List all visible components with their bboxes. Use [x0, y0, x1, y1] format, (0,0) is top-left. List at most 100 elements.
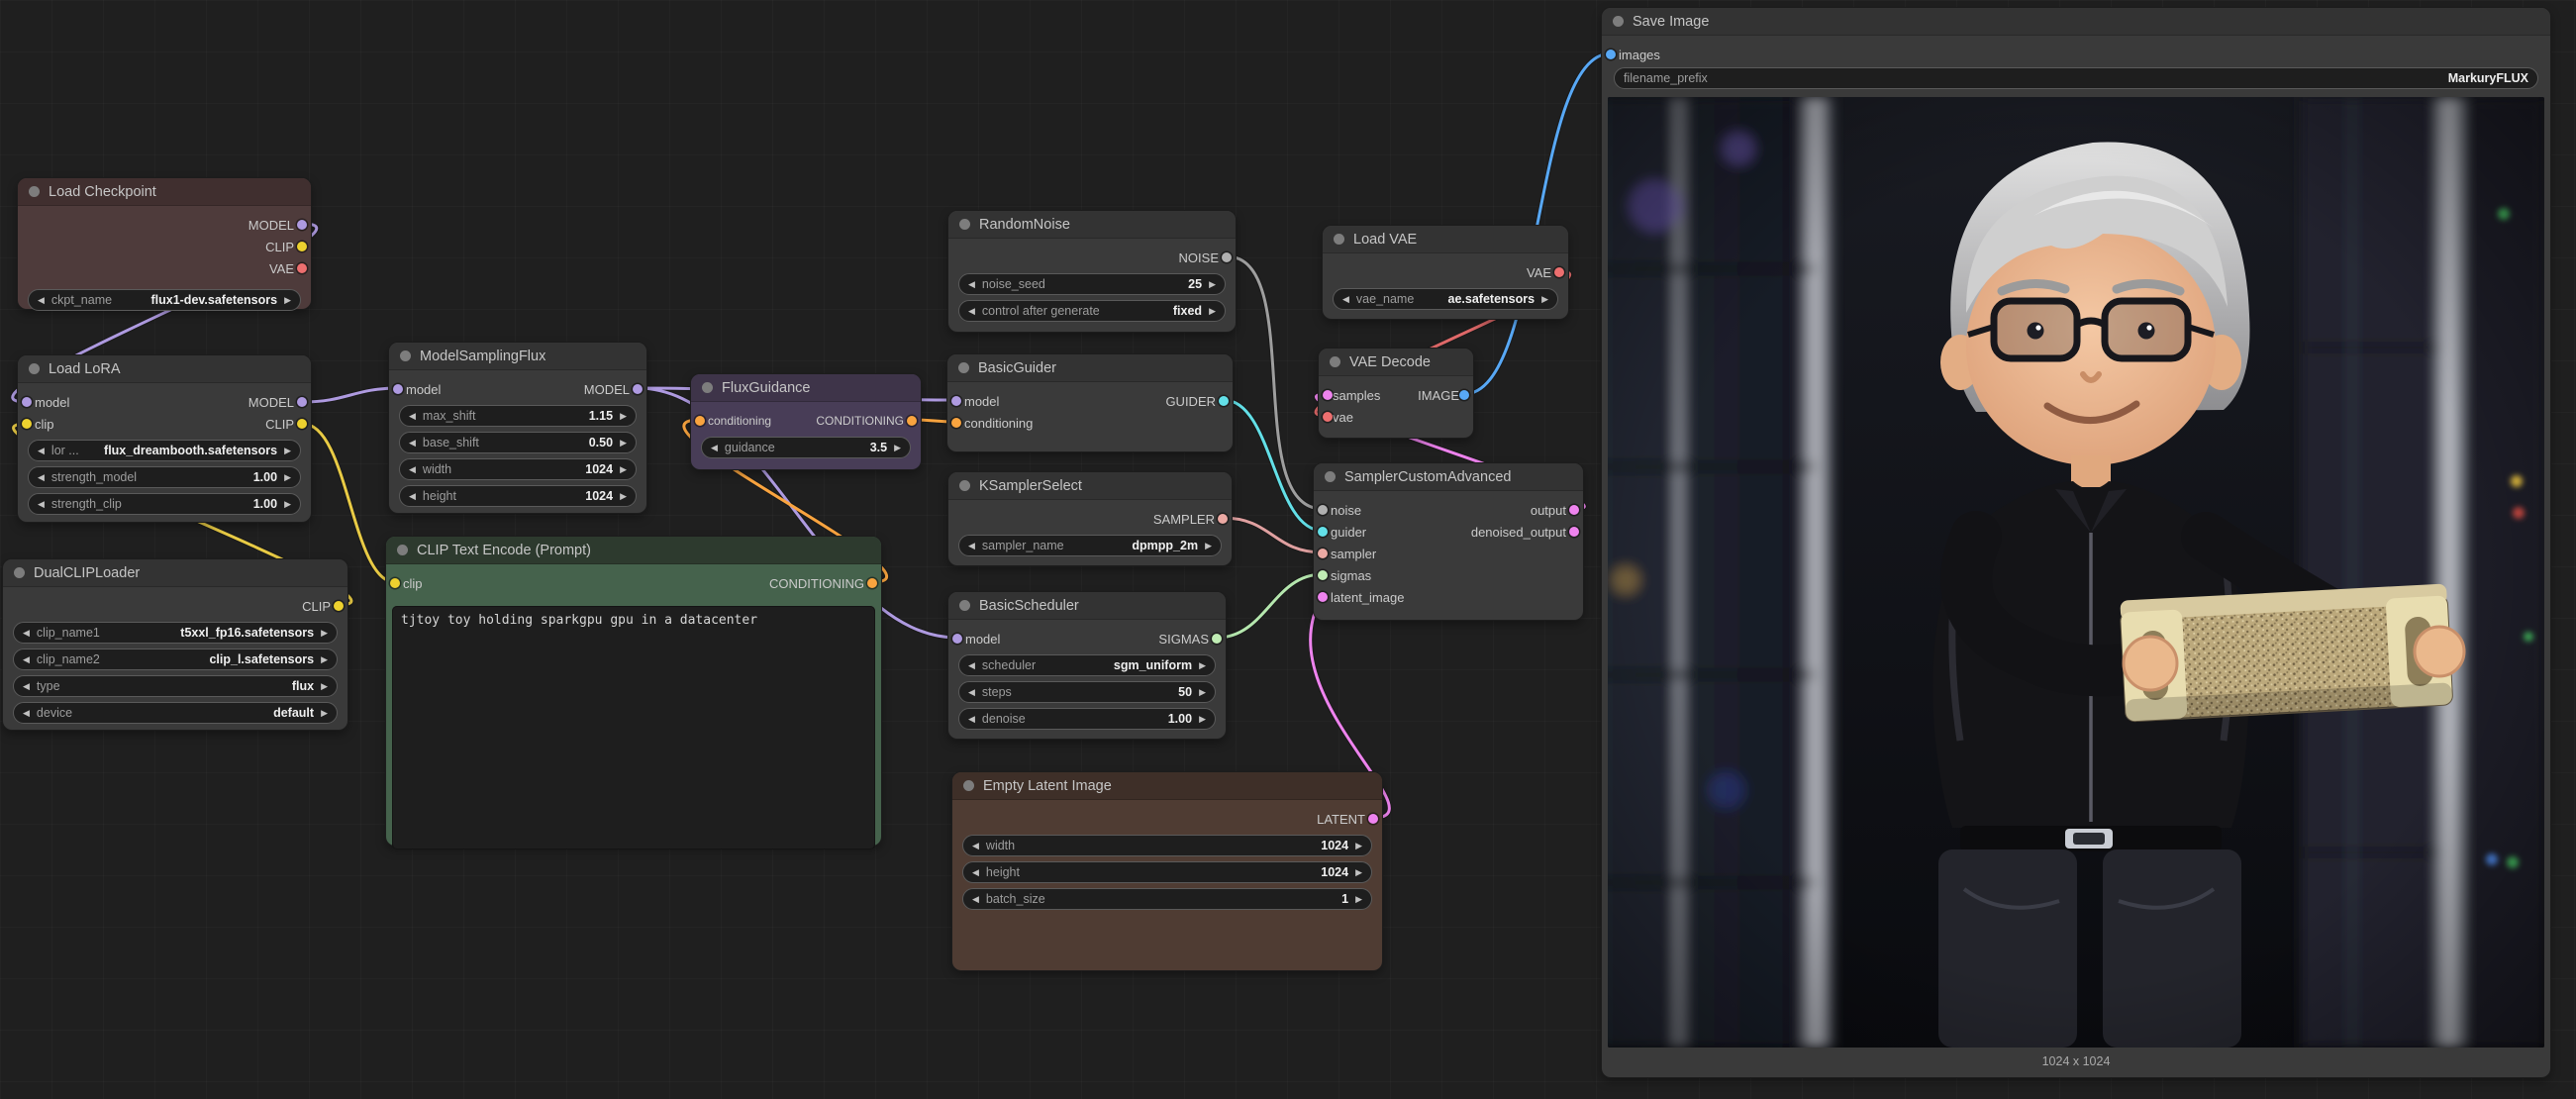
input-dot-samples[interactable] — [1323, 390, 1333, 400]
output-dot-model[interactable] — [297, 220, 307, 230]
output-dot-conditioning[interactable] — [867, 578, 877, 588]
arrow-left-icon[interactable]: ◀ — [968, 307, 975, 316]
collapse-dot-icon[interactable] — [959, 219, 970, 230]
arrow-right-icon[interactable]: ▶ — [1209, 307, 1216, 316]
output-dot-vae[interactable] — [1554, 267, 1564, 277]
arrow-right-icon[interactable]: ▶ — [1541, 295, 1548, 304]
node-flux-guidance[interactable]: FluxGuidance conditioning CONDITIONING ◀… — [691, 374, 921, 469]
output-dot-sigmas[interactable] — [1212, 634, 1222, 644]
node-header[interactable]: CLIP Text Encode (Prompt) — [386, 537, 881, 564]
arrow-right-icon[interactable]: ▶ — [321, 655, 328, 664]
widget-height[interactable]: ◀ height 1024 ▶ — [399, 485, 637, 507]
node-header[interactable]: Load VAE — [1323, 226, 1568, 253]
output-dot-guider[interactable] — [1219, 396, 1229, 406]
node-header[interactable]: DualCLIPLoader — [3, 559, 347, 587]
arrow-right-icon[interactable]: ▶ — [620, 465, 627, 474]
arrow-left-icon[interactable]: ◀ — [23, 709, 30, 718]
arrow-left-icon[interactable]: ◀ — [972, 842, 979, 850]
widget-lora-name[interactable]: ◀ lor ... flux_dreambooth.safetensors ▶ — [28, 440, 301, 461]
collapse-dot-icon[interactable] — [1325, 471, 1336, 482]
output-dot-sampler[interactable] — [1218, 514, 1228, 524]
output-dot-latent[interactable] — [1368, 814, 1378, 824]
widget-denoise[interactable]: ◀ denoise 1.00 ▶ — [958, 708, 1216, 730]
arrow-right-icon[interactable]: ▶ — [321, 682, 328, 691]
output-dot-model[interactable] — [633, 384, 643, 394]
arrow-right-icon[interactable]: ▶ — [620, 412, 627, 421]
node-ksampler-select[interactable]: KSamplerSelect SAMPLER ◀ sampler_name dp… — [948, 472, 1232, 565]
arrow-right-icon[interactable]: ▶ — [894, 444, 901, 452]
widget-control-after-generate[interactable]: ◀ control after generate fixed ▶ — [958, 300, 1226, 322]
arrow-left-icon[interactable]: ◀ — [972, 868, 979, 877]
input-dot-latent-image[interactable] — [1318, 592, 1328, 602]
arrow-left-icon[interactable]: ◀ — [968, 661, 975, 670]
arrow-left-icon[interactable]: ◀ — [1342, 295, 1349, 304]
arrow-right-icon[interactable]: ▶ — [1199, 688, 1206, 697]
arrow-right-icon[interactable]: ▶ — [284, 473, 291, 482]
input-dot-model[interactable] — [951, 396, 961, 406]
node-header[interactable]: KSamplerSelect — [948, 472, 1232, 500]
input-dot-sigmas[interactable] — [1318, 570, 1328, 580]
widget-clip-name2[interactable]: ◀ clip_name2 clip_l.safetensors ▶ — [13, 649, 338, 670]
input-dot-conditioning[interactable] — [695, 416, 705, 426]
arrow-left-icon[interactable]: ◀ — [23, 682, 30, 691]
arrow-right-icon[interactable]: ▶ — [1199, 715, 1206, 724]
input-dot-model[interactable] — [393, 384, 403, 394]
widget-clip-name1[interactable]: ◀ clip_name1 t5xxl_fp16.safetensors ▶ — [13, 622, 338, 644]
widget-strength-model[interactable]: ◀ strength_model 1.00 ▶ — [28, 466, 301, 488]
collapse-dot-icon[interactable] — [959, 600, 970, 611]
output-dot-clip[interactable] — [297, 242, 307, 251]
node-sampler-custom-advanced[interactable]: SamplerCustomAdvanced noise output guide… — [1314, 463, 1583, 620]
arrow-right-icon[interactable]: ▶ — [1199, 661, 1206, 670]
input-dot-model[interactable] — [22, 397, 32, 407]
widget-type[interactable]: ◀ type flux ▶ — [13, 675, 338, 697]
arrow-right-icon[interactable]: ▶ — [620, 492, 627, 501]
node-vae-decode[interactable]: VAE Decode samples IMAGE vae — [1319, 349, 1473, 438]
node-header[interactable]: VAE Decode — [1319, 349, 1473, 376]
arrow-left-icon[interactable]: ◀ — [38, 447, 45, 455]
node-header[interactable]: ModelSamplingFlux — [389, 343, 646, 370]
arrow-right-icon[interactable]: ▶ — [284, 296, 291, 305]
node-model-sampling-flux[interactable]: ModelSamplingFlux model MODEL ◀ max_shif… — [389, 343, 646, 513]
input-dot-clip[interactable] — [390, 578, 400, 588]
output-dot-image[interactable] — [1459, 390, 1469, 400]
output-dot-output[interactable] — [1569, 505, 1579, 515]
widget-vae-name[interactable]: ◀ vae_name ae.safetensors ▶ — [1333, 288, 1558, 310]
collapse-dot-icon[interactable] — [702, 382, 713, 393]
collapse-dot-icon[interactable] — [29, 186, 40, 197]
generated-image-preview[interactable] — [1608, 97, 2544, 1048]
arrow-left-icon[interactable]: ◀ — [23, 629, 30, 638]
node-load-lora[interactable]: Load LoRA model MODEL clip CLIP ◀ lor ..… — [18, 355, 311, 522]
collapse-dot-icon[interactable] — [1334, 234, 1344, 245]
node-basic-guider[interactable]: BasicGuider model GUIDER conditioning — [947, 354, 1233, 451]
node-graph-canvas[interactable]: Load Checkpoint MODEL CLIP VAE ◀ ckpt_na… — [0, 0, 2576, 1099]
node-header[interactable]: Empty Latent Image — [952, 772, 1382, 800]
collapse-dot-icon[interactable] — [1330, 356, 1340, 367]
output-dot-denoised-output[interactable] — [1569, 527, 1579, 537]
arrow-left-icon[interactable]: ◀ — [409, 412, 416, 421]
collapse-dot-icon[interactable] — [400, 350, 411, 361]
node-header[interactable]: FluxGuidance — [691, 374, 921, 402]
arrow-right-icon[interactable]: ▶ — [321, 709, 328, 718]
output-dot-conditioning[interactable] — [907, 416, 917, 426]
arrow-left-icon[interactable]: ◀ — [968, 715, 975, 724]
input-dot-conditioning[interactable] — [951, 418, 961, 428]
collapse-dot-icon[interactable] — [14, 567, 25, 578]
widget-batch-size[interactable]: ◀ batch_size 1 ▶ — [962, 888, 1372, 910]
output-dot-noise[interactable] — [1222, 252, 1232, 262]
node-header[interactable]: BasicGuider — [947, 354, 1233, 382]
input-dot-images[interactable] — [1606, 50, 1616, 59]
node-load-vae[interactable]: Load VAE VAE ◀ vae_name ae.safetensors ▶ — [1323, 226, 1568, 319]
widget-sampler-name[interactable]: ◀ sampler_name dpmpp_2m ▶ — [958, 535, 1222, 556]
widget-guidance[interactable]: ◀ guidance 3.5 ▶ — [701, 437, 911, 458]
widget-width[interactable]: ◀ width 1024 ▶ — [399, 458, 637, 480]
arrow-right-icon[interactable]: ▶ — [1355, 842, 1362, 850]
arrow-left-icon[interactable]: ◀ — [711, 444, 718, 452]
prompt-textarea[interactable]: tjtoy toy holding sparkgpu gpu in a data… — [392, 606, 875, 849]
node-load-checkpoint[interactable]: Load Checkpoint MODEL CLIP VAE ◀ ckpt_na… — [18, 178, 311, 309]
node-basic-scheduler[interactable]: BasicScheduler model SIGMAS ◀ scheduler … — [948, 592, 1226, 739]
output-dot-clip[interactable] — [297, 419, 307, 429]
widget-steps[interactable]: ◀ steps 50 ▶ — [958, 681, 1216, 703]
widget-filename-prefix[interactable]: filename_prefix MarkuryFLUX — [1614, 67, 2538, 89]
arrow-right-icon[interactable]: ▶ — [1209, 280, 1216, 289]
input-dot-vae[interactable] — [1323, 412, 1333, 422]
